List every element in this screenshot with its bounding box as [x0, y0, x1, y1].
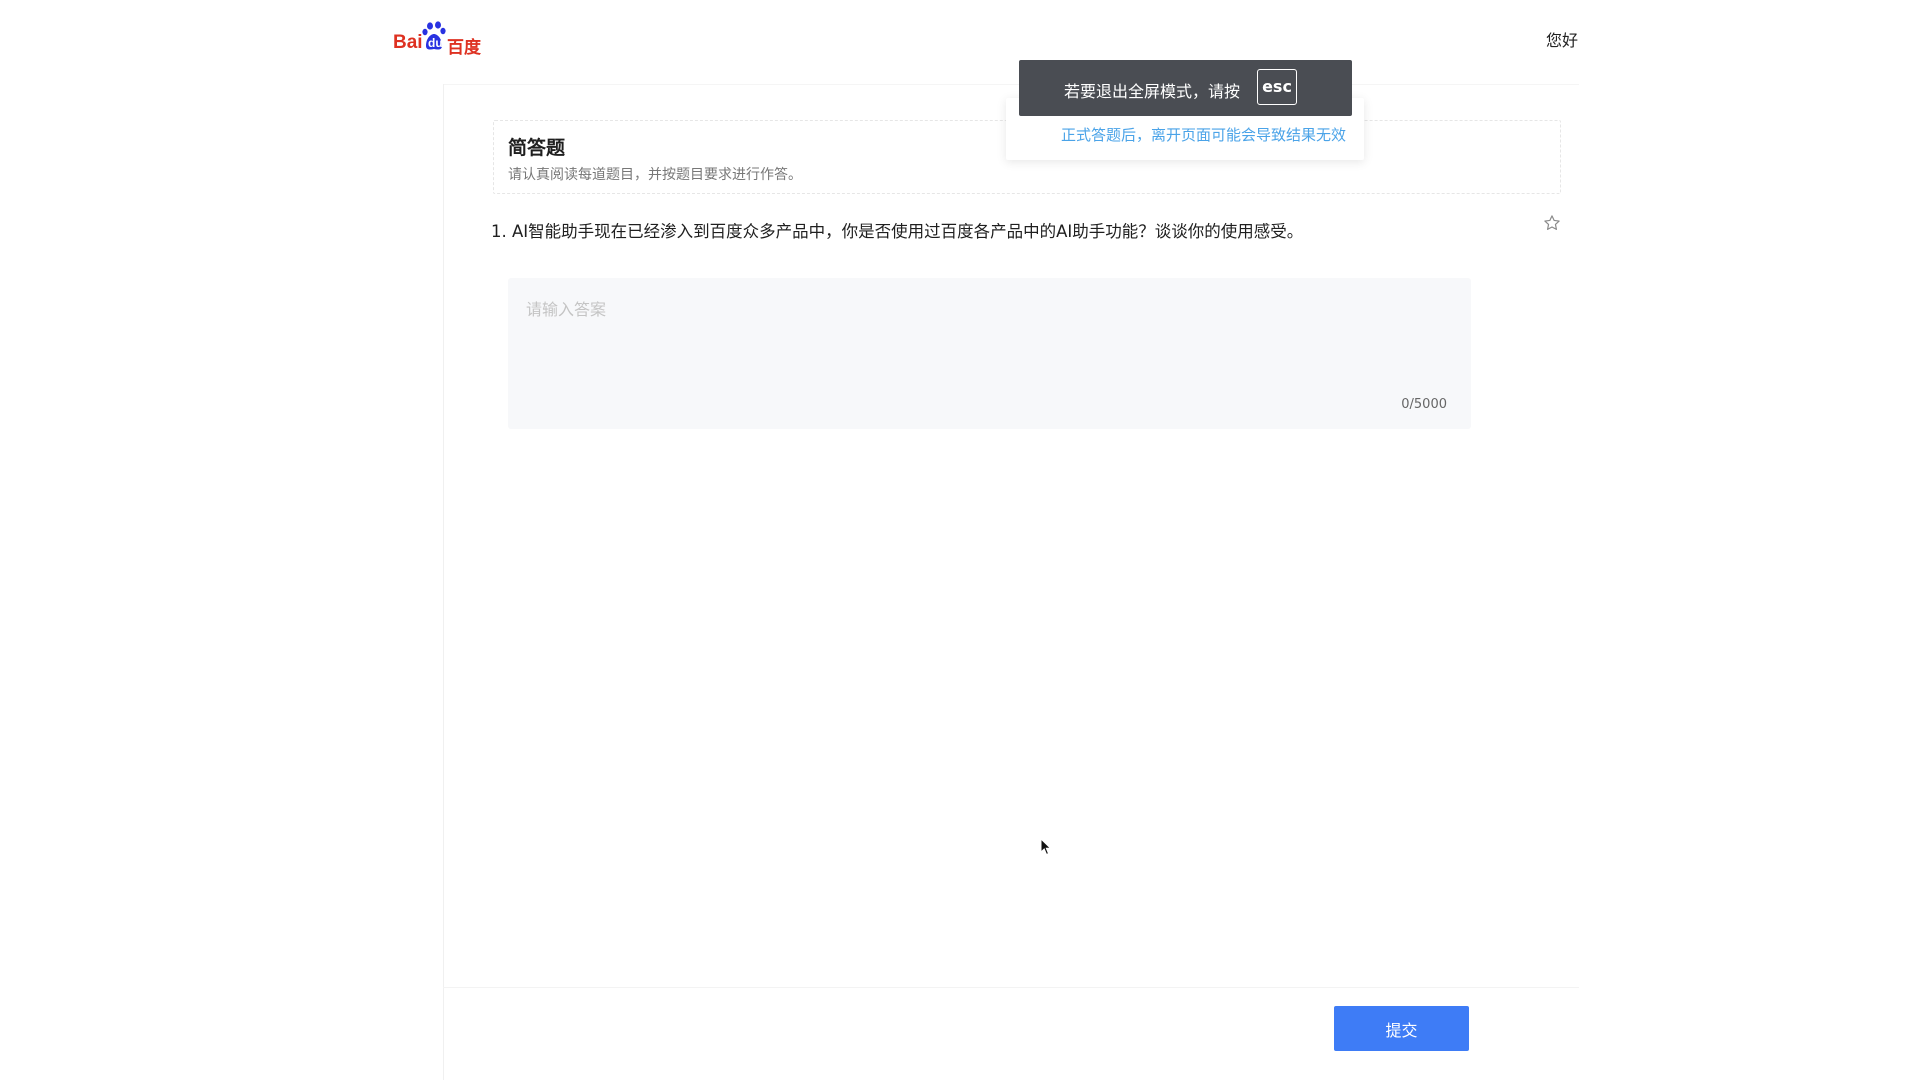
- baidu-logo: Bai du 百度: [393, 20, 483, 58]
- mouse-cursor-icon: [1040, 837, 1052, 856]
- esc-key-badge: esc: [1257, 69, 1297, 105]
- char-counter: 0/5000: [1401, 397, 1447, 412]
- logo-text-bai: Bai: [393, 32, 423, 53]
- section-title: 简答题: [508, 137, 566, 159]
- answer-input[interactable]: [508, 278, 1471, 429]
- toast-text: 若要退出全屏模式，请按: [1064, 82, 1241, 101]
- question-text: 1. AI智能助手现在已经渗入到百度众多产品中，你是否使用过百度各产品中的AI助…: [491, 222, 1304, 241]
- left-panel-divider: [443, 84, 444, 1080]
- top-header: Bai du 百度 您好: [0, 0, 1920, 84]
- warning-text: 正式答题后，离开页面可能会导致结果无效: [1060, 126, 1346, 144]
- footer-divider: [443, 987, 1579, 988]
- fullscreen-exit-toast: 若要退出全屏模式，请按 esc: [1019, 60, 1352, 116]
- user-greeting[interactable]: 您好: [1546, 27, 1578, 51]
- exam-page: Bai du 百度 您好 简答题 请认真阅读每道题目，并按题目要求进行作答。 1…: [0, 0, 1920, 1080]
- favorite-star-icon[interactable]: [1543, 214, 1561, 232]
- header-divider: [443, 84, 1579, 85]
- logo-text-du: du: [428, 36, 443, 50]
- answer-box: 0/5000: [508, 278, 1471, 429]
- logo-text-baidu-cn: 百度: [447, 38, 481, 58]
- submit-button[interactable]: 提交: [1334, 1006, 1469, 1051]
- section-description: 请认真阅读每道题目，并按题目要求进行作答。: [508, 167, 802, 183]
